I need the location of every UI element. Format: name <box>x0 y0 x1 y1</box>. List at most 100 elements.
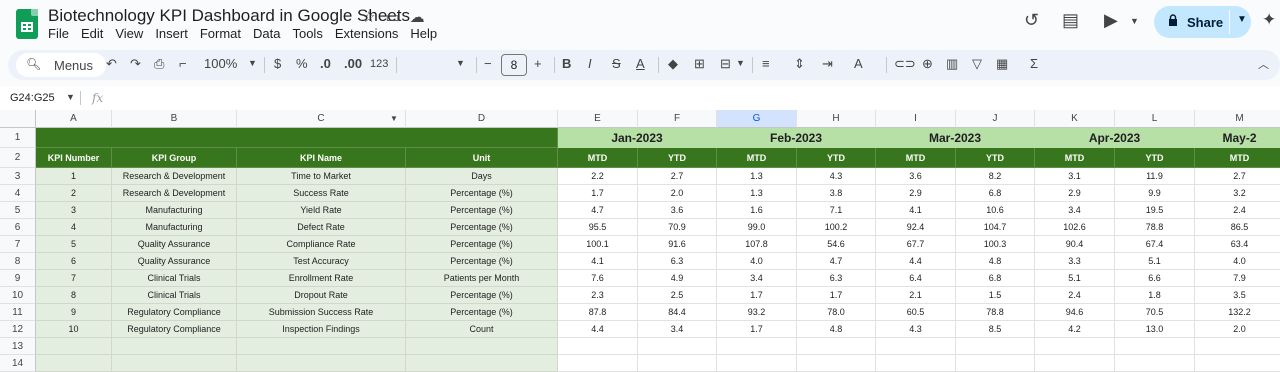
value-cell[interactable]: 84.4 <box>638 304 717 321</box>
kpi-number-header[interactable]: KPI Number <box>36 148 112 168</box>
menus-search[interactable]: 🔍︎ Menus <box>16 53 106 77</box>
value-cell[interactable]: 7.9 <box>1195 270 1280 287</box>
history-icon[interactable]: ↺ <box>1024 10 1039 31</box>
column-header-m[interactable]: M <box>1195 110 1280 128</box>
value-cell[interactable]: 4.0 <box>1195 253 1280 270</box>
column-header-k[interactable]: K <box>1035 110 1115 128</box>
value-cell[interactable]: 3.4 <box>717 270 797 287</box>
print-icon[interactable]: ⎙ <box>154 56 164 72</box>
kpi-group-cell[interactable]: Manufacturing <box>112 219 237 236</box>
mtd-header[interactable]: MTD <box>1195 148 1280 168</box>
row-header-3[interactable]: 3 <box>0 168 36 185</box>
vertical-align-icon[interactable]: ⇕ <box>794 56 805 72</box>
column-header-f[interactable]: F <box>638 110 717 128</box>
value-cell[interactable]: 3.5 <box>1195 287 1280 304</box>
document-title[interactable]: Biotechnology KPI Dashboard in Google Sh… <box>48 6 410 26</box>
value-cell[interactable]: 86.5 <box>1195 219 1280 236</box>
value-cell[interactable]: 5.1 <box>1035 270 1115 287</box>
kpi-number-cell[interactable]: 1 <box>36 168 112 185</box>
meet-dropdown-icon[interactable]: ▼ <box>1130 16 1139 26</box>
unit-cell[interactable]: Percentage (%) <box>406 185 558 202</box>
row-header-4[interactable]: 4 <box>0 185 36 202</box>
ytd-header[interactable]: YTD <box>1115 148 1195 168</box>
column-header-l[interactable]: L <box>1115 110 1195 128</box>
kpi-number-cell[interactable]: 9 <box>36 304 112 321</box>
value-cell[interactable]: 6.4 <box>876 270 956 287</box>
font-size-input[interactable]: 8 <box>501 54 527 76</box>
functions-icon[interactable]: Σ <box>1030 56 1038 71</box>
empty-cell[interactable] <box>638 338 717 355</box>
zoom-select[interactable]: 100% <box>204 56 237 71</box>
empty-cell[interactable] <box>797 355 876 372</box>
value-cell[interactable]: 6.8 <box>956 185 1035 202</box>
row-header-2[interactable]: 2 <box>0 148 36 168</box>
value-cell[interactable]: 2.4 <box>1035 287 1115 304</box>
kpi-name-cell[interactable]: Success Rate <box>237 185 406 202</box>
value-cell[interactable]: 1.7 <box>717 321 797 338</box>
share-dropdown-icon[interactable]: ▼ <box>1237 14 1247 25</box>
value-cell[interactable]: 100.2 <box>797 219 876 236</box>
value-cell[interactable]: 63.4 <box>1195 236 1280 253</box>
menu-data[interactable]: Data <box>247 26 286 41</box>
month-header[interactable]: Mar-2023 <box>876 128 1035 148</box>
empty-cell[interactable] <box>1035 338 1115 355</box>
column-header-j[interactable]: J <box>956 110 1035 128</box>
ytd-header[interactable]: YTD <box>638 148 717 168</box>
menu-edit[interactable]: Edit <box>75 26 109 41</box>
empty-cell[interactable] <box>876 338 956 355</box>
value-cell[interactable]: 4.4 <box>558 321 638 338</box>
empty-cell[interactable] <box>797 338 876 355</box>
ytd-header[interactable]: YTD <box>956 148 1035 168</box>
kpi-group-cell[interactable]: Manufacturing <box>112 202 237 219</box>
star-icon[interactable]: ☆ <box>362 8 375 26</box>
fill-color-icon[interactable]: ◆ <box>668 56 678 72</box>
value-cell[interactable]: 6.3 <box>638 253 717 270</box>
empty-cell[interactable] <box>638 355 717 372</box>
kpi-name-cell[interactable]: Time to Market <box>237 168 406 185</box>
decrease-decimal-button[interactable]: .0 <box>320 56 331 71</box>
column-filter-dropdown-icon[interactable]: ▼ <box>390 114 400 124</box>
row-header-5[interactable]: 5 <box>0 202 36 219</box>
month-header[interactable]: Apr-2023 <box>1035 128 1195 148</box>
empty-cell[interactable] <box>237 338 406 355</box>
kpi-number-cell[interactable]: 6 <box>36 253 112 270</box>
kpi-name-cell[interactable]: Submission Success Rate <box>237 304 406 321</box>
value-cell[interactable]: 78.0 <box>797 304 876 321</box>
value-cell[interactable]: 9.9 <box>1115 185 1195 202</box>
sheets-logo-icon[interactable] <box>16 9 38 39</box>
kpi-name-cell[interactable]: Yield Rate <box>237 202 406 219</box>
value-cell[interactable]: 91.6 <box>638 236 717 253</box>
menu-help[interactable]: Help <box>404 26 443 41</box>
value-cell[interactable]: 6.3 <box>797 270 876 287</box>
borders-icon[interactable]: ⊞ <box>694 56 705 72</box>
value-cell[interactable]: 3.4 <box>1035 202 1115 219</box>
empty-cell[interactable] <box>237 355 406 372</box>
ytd-header[interactable]: YTD <box>797 148 876 168</box>
empty-cell[interactable] <box>112 338 237 355</box>
kpi-name-cell[interactable]: Compliance Rate <box>237 236 406 253</box>
horizontal-align-icon[interactable]: ≡ <box>762 56 770 71</box>
value-cell[interactable]: 95.5 <box>558 219 638 236</box>
filter-views-icon[interactable]: ▦ <box>996 56 1008 72</box>
number-format-button[interactable]: 123 <box>370 58 388 70</box>
unit-cell[interactable]: Patients per Month <box>406 270 558 287</box>
kpi-group-cell[interactable]: Regulatory Compliance <box>112 304 237 321</box>
kpi-name-cell[interactable]: Dropout Rate <box>237 287 406 304</box>
merge-dropdown-icon[interactable]: ▼ <box>736 58 745 68</box>
value-cell[interactable]: 100.1 <box>558 236 638 253</box>
kpi-number-cell[interactable]: 5 <box>36 236 112 253</box>
empty-cell[interactable] <box>717 355 797 372</box>
share-button[interactable]: Share ▼ <box>1154 6 1251 38</box>
kpi-group-cell[interactable]: Research & Development <box>112 168 237 185</box>
value-cell[interactable]: 4.3 <box>797 168 876 185</box>
undo-icon[interactable]: ↶ <box>106 56 117 72</box>
kpi-number-cell[interactable]: 10 <box>36 321 112 338</box>
empty-cell[interactable] <box>558 338 638 355</box>
name-box[interactable]: G24:G25 <box>10 92 55 104</box>
menu-tools[interactable]: Tools <box>286 26 328 41</box>
value-cell[interactable]: 1.7 <box>558 185 638 202</box>
value-cell[interactable]: 70.9 <box>638 219 717 236</box>
value-cell[interactable]: 102.6 <box>1035 219 1115 236</box>
value-cell[interactable]: 78.8 <box>956 304 1035 321</box>
empty-cell[interactable] <box>1115 338 1195 355</box>
